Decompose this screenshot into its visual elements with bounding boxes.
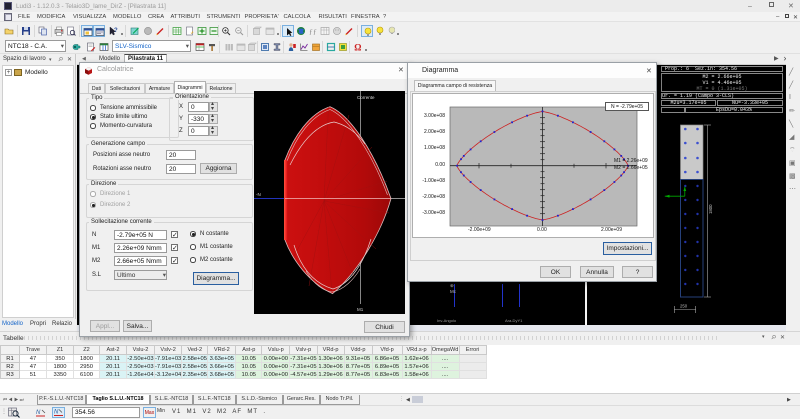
svg-text:M1: M1 [357,307,364,312]
svg-text:-N: -N [256,192,261,197]
svg-text:Corrente: Corrente [357,95,375,100]
svg-text:1800: 1800 [708,204,713,214]
svg-text:N: N [54,410,59,416]
svg-text:N: N [36,410,41,416]
svg-text:ƒ: ƒ [313,27,317,36]
svg-text:?: ? [114,28,118,34]
svg-text:250: 250 [680,304,688,309]
svg-text:Ω: Ω [354,42,361,51]
